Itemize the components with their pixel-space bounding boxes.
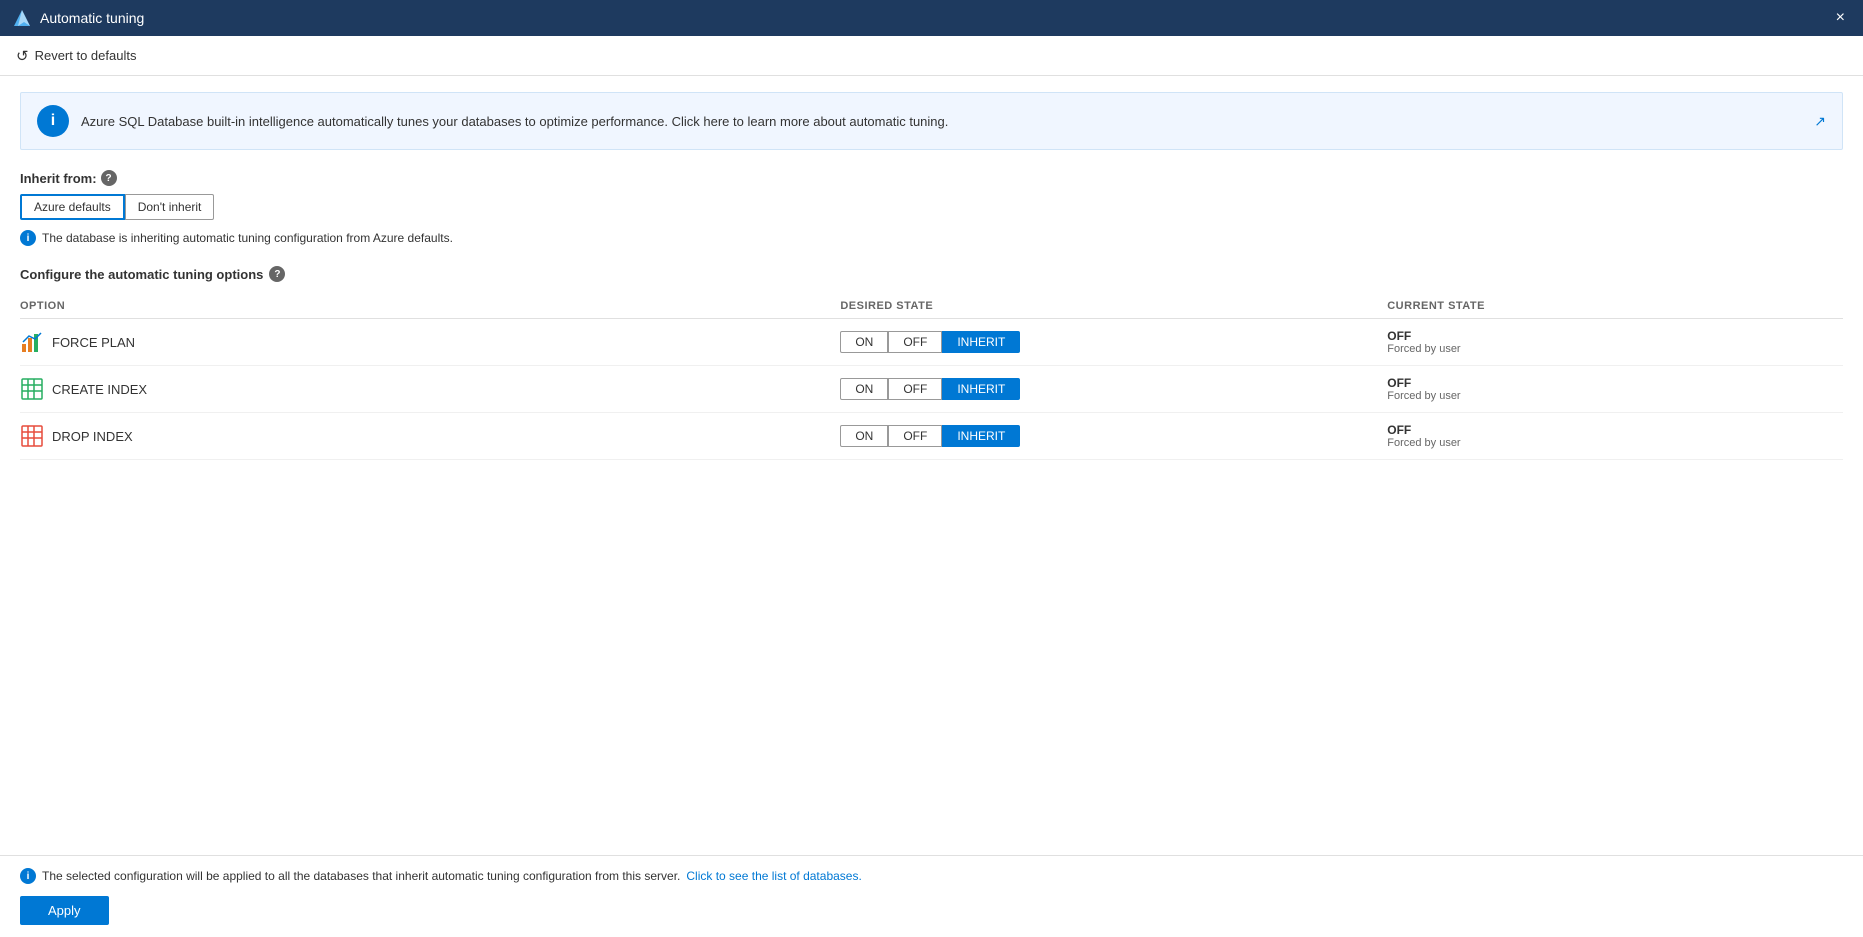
tuning-table: OPTION DESIRED STATE CURRENT STATE FORCE…	[20, 294, 1843, 460]
toolbar: ↺ Revert to defaults	[0, 36, 1863, 76]
revert-icon: ↺	[16, 47, 29, 65]
force-plan-on-button[interactable]: ON	[840, 331, 888, 353]
option-cell-drop-index: DROP INDEX	[20, 413, 840, 460]
info-banner: i Azure SQL Database built-in intelligen…	[20, 92, 1843, 150]
bottom-info-icon: i	[20, 868, 36, 884]
bottom-info-text: The selected configuration will be appli…	[42, 869, 680, 883]
create-index-label: CREATE INDEX	[52, 382, 147, 397]
desired-state-cell-create-index: ON OFF INHERIT	[840, 366, 1387, 413]
desired-state-cell-drop-index: ON OFF INHERIT	[840, 413, 1387, 460]
drop-index-toggle-group: ON OFF INHERIT	[840, 425, 1379, 447]
table-row: CREATE INDEX ON OFF INHERIT OFF Forced b…	[20, 366, 1843, 413]
create-index-toggle-group: ON OFF INHERIT	[840, 378, 1379, 400]
force-plan-inherit-button[interactable]: INHERIT	[942, 331, 1020, 353]
force-plan-current-state: OFF Forced by user	[1387, 329, 1835, 355]
inherit-help-icon[interactable]: ?	[101, 170, 117, 186]
inherit-info-icon: i	[20, 230, 36, 246]
create-index-icon	[20, 377, 44, 401]
inherit-section-label: Inherit from: ?	[20, 170, 1843, 186]
close-button[interactable]: ×	[1830, 6, 1851, 30]
main-content: i Azure SQL Database built-in intelligen…	[0, 76, 1863, 855]
info-banner-icon: i	[37, 105, 69, 137]
bottom-info: i The selected configuration will be app…	[20, 868, 1843, 884]
col-header-option: OPTION	[20, 294, 840, 319]
create-index-current-state: OFF Forced by user	[1387, 376, 1835, 402]
dont-inherit-button[interactable]: Don't inherit	[125, 194, 215, 220]
create-index-off-button[interactable]: OFF	[888, 378, 942, 400]
force-plan-off-button[interactable]: OFF	[888, 331, 942, 353]
revert-label: Revert to defaults	[35, 48, 137, 63]
drop-index-current-state: OFF Forced by user	[1387, 423, 1835, 449]
col-header-current: CURRENT STATE	[1387, 294, 1843, 319]
desired-state-cell-force-plan: ON OFF INHERIT	[840, 319, 1387, 366]
title-bar-left: Automatic tuning	[12, 8, 144, 28]
info-banner-text: Azure SQL Database built-in intelligence…	[81, 114, 948, 129]
title-bar: Automatic tuning ×	[0, 0, 1863, 36]
table-row: DROP INDEX ON OFF INHERIT OFF Forced by …	[20, 413, 1843, 460]
drop-index-off-button[interactable]: OFF	[888, 425, 942, 447]
azure-defaults-button[interactable]: Azure defaults	[20, 194, 125, 220]
drop-index-label: DROP INDEX	[52, 429, 133, 444]
inherit-info: i The database is inheriting automatic t…	[20, 230, 1843, 246]
current-state-cell-force-plan: OFF Forced by user	[1387, 319, 1843, 366]
current-state-cell-create-index: OFF Forced by user	[1387, 366, 1843, 413]
create-index-inherit-button[interactable]: INHERIT	[942, 378, 1020, 400]
revert-defaults-button[interactable]: ↺ Revert to defaults	[16, 47, 136, 65]
configure-section-label: Configure the automatic tuning options ?	[20, 266, 1843, 282]
inherit-label-text: Inherit from:	[20, 171, 97, 186]
drop-index-state-value: OFF	[1387, 423, 1835, 437]
option-cell-force-plan: FORCE PLAN	[20, 319, 840, 366]
force-plan-label: FORCE PLAN	[52, 335, 135, 350]
current-state-cell-drop-index: OFF Forced by user	[1387, 413, 1843, 460]
drop-index-on-button[interactable]: ON	[840, 425, 888, 447]
drop-index-inherit-button[interactable]: INHERIT	[942, 425, 1020, 447]
window-title: Automatic tuning	[40, 10, 144, 26]
inherit-button-group: Azure defaults Don't inherit	[20, 194, 1843, 220]
force-plan-icon	[20, 330, 44, 354]
table-header-row: OPTION DESIRED STATE CURRENT STATE	[20, 294, 1843, 319]
option-cell-create-index: CREATE INDEX	[20, 366, 840, 413]
configure-help-icon[interactable]: ?	[269, 266, 285, 282]
inherit-info-text: The database is inheriting automatic tun…	[42, 231, 453, 245]
drop-index-state-note: Forced by user	[1387, 437, 1835, 449]
info-banner-left: i Azure SQL Database built-in intelligen…	[37, 105, 948, 137]
create-index-on-button[interactable]: ON	[840, 378, 888, 400]
col-header-desired: DESIRED STATE	[840, 294, 1387, 319]
configure-label-text: Configure the automatic tuning options	[20, 267, 263, 282]
bottom-bar: i The selected configuration will be app…	[0, 855, 1863, 937]
external-link-icon[interactable]: ↗	[1814, 113, 1826, 130]
databases-link[interactable]: Click to see the list of databases.	[686, 869, 861, 883]
force-plan-toggle-group: ON OFF INHERIT	[840, 331, 1379, 353]
apply-button[interactable]: Apply	[20, 896, 109, 925]
azure-icon	[12, 8, 32, 28]
drop-index-icon	[20, 424, 44, 448]
create-index-state-note: Forced by user	[1387, 390, 1835, 402]
create-index-state-value: OFF	[1387, 376, 1835, 390]
force-plan-state-note: Forced by user	[1387, 343, 1835, 355]
force-plan-state-value: OFF	[1387, 329, 1835, 343]
table-row: FORCE PLAN ON OFF INHERIT OFF Forced by …	[20, 319, 1843, 366]
